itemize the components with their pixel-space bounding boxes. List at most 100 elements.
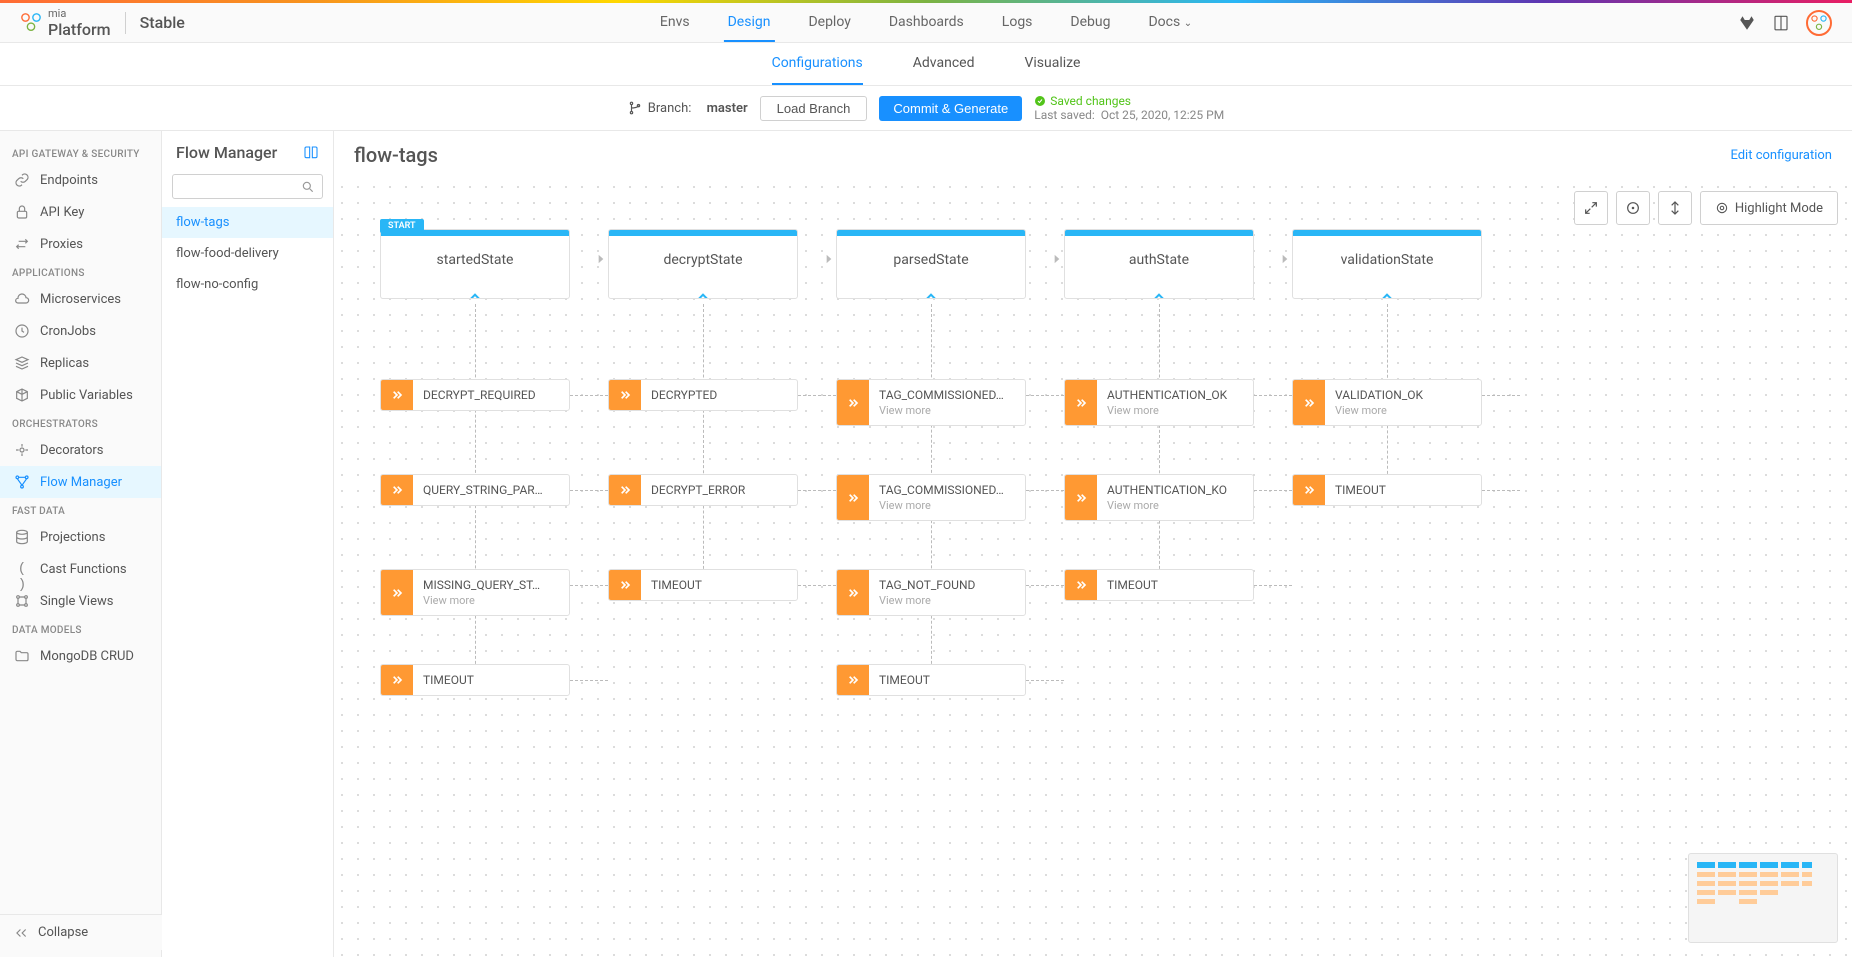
- event-chevron: [837, 665, 869, 695]
- fit-button[interactable]: [1658, 191, 1692, 225]
- view-more[interactable]: View more: [879, 404, 1015, 417]
- sidebar-item-cronjobs[interactable]: CronJobs: [0, 315, 161, 347]
- connector: [1254, 585, 1292, 586]
- event-box[interactable]: AUTHENTICATION_OK View more: [1064, 379, 1254, 426]
- state-box[interactable]: decryptState: [608, 229, 798, 299]
- highlight-mode-button[interactable]: Highlight Mode: [1700, 191, 1838, 225]
- event-chevron: [381, 570, 413, 615]
- event-box[interactable]: TAG_NOT_FOUNDView more: [836, 569, 1026, 616]
- state-box[interactable]: authState: [1064, 229, 1254, 299]
- sidebar-item-replicas[interactable]: Replicas: [0, 347, 161, 379]
- sub-nav: Configurations Advanced Visualize: [0, 43, 1852, 86]
- view-more[interactable]: View more: [1107, 499, 1243, 512]
- state-box[interactable]: validationState: [1292, 229, 1482, 299]
- book-open-icon[interactable]: [303, 145, 319, 161]
- event-box[interactable]: TAG_COMMISSIONED…View more: [836, 379, 1026, 426]
- branch-name: master: [707, 101, 748, 116]
- flow-item-flow-tags[interactable]: flow-tags: [162, 207, 333, 238]
- subnav-visualize[interactable]: Visualize: [1024, 43, 1080, 85]
- event-box[interactable]: TIMEOUT: [608, 569, 798, 601]
- views-icon: [14, 593, 30, 609]
- state-name: startedState: [381, 236, 569, 298]
- chevrons-icon: [845, 395, 861, 411]
- sidebar-item-proxies[interactable]: Proxies: [0, 228, 161, 260]
- event-box[interactable]: MISSING_QUERY_ST… View more: [380, 569, 570, 616]
- chevrons-icon: [617, 387, 633, 403]
- book-icon[interactable]: [1772, 14, 1790, 32]
- connector: [798, 585, 836, 586]
- subnav-advanced[interactable]: Advanced: [913, 43, 975, 85]
- event-box[interactable]: TAG_COMMISSIONED…View more: [836, 474, 1026, 521]
- minimap[interactable]: [1688, 853, 1838, 943]
- connector: [1026, 680, 1064, 681]
- load-branch-button[interactable]: Load Branch: [760, 96, 868, 121]
- nav-dashboards[interactable]: Dashboards: [885, 4, 968, 42]
- view-more[interactable]: View more: [423, 594, 559, 607]
- state-box[interactable]: startedState: [380, 229, 570, 299]
- view-more[interactable]: View more: [879, 594, 1015, 607]
- sidebar-item-flow-manager[interactable]: Flow Manager: [0, 466, 161, 498]
- avatar[interactable]: [1806, 10, 1832, 36]
- diamond-icon: [1151, 290, 1167, 299]
- canvas[interactable]: Highlight Mode START startedState DECRYPT_…: [334, 179, 1852, 957]
- view-more[interactable]: View more: [1107, 404, 1243, 417]
- event-box[interactable]: DECRYPTED: [608, 379, 798, 411]
- sidebar-item-decorators[interactable]: Decorators: [0, 434, 161, 466]
- event-box[interactable]: VALIDATION_OKView more: [1292, 379, 1482, 426]
- collapse-button[interactable]: Collapse: [0, 914, 162, 950]
- diamond-icon: [923, 290, 939, 299]
- sidebar-item-public-vars[interactable]: Public Variables: [0, 379, 161, 411]
- event-box[interactable]: QUERY_STRING_PAR…: [380, 474, 570, 506]
- connector: [570, 680, 608, 681]
- gitlab-icon[interactable]: [1738, 14, 1756, 32]
- sidebar: API GATEWAY & SECURITY Endpoints API Key…: [0, 131, 162, 957]
- event-box[interactable]: TIMEOUT: [380, 664, 570, 696]
- state-name: parsedState: [837, 236, 1025, 298]
- edit-configuration-link[interactable]: Edit configuration: [1730, 148, 1832, 163]
- logo[interactable]: mia Platform: [20, 7, 111, 39]
- sidebar-item-microservices[interactable]: Microservices: [0, 283, 161, 315]
- event-box[interactable]: DECRYPT_ERROR: [608, 474, 798, 506]
- event-chevron: [1293, 380, 1325, 425]
- connector: [570, 490, 608, 491]
- nav-debug[interactable]: Debug: [1066, 4, 1114, 42]
- canvas-area: flow-tags Edit configuration Highlight M…: [334, 131, 1852, 957]
- sidebar-section-gateway: API GATEWAY & SECURITY: [0, 141, 161, 164]
- logo-name: Platform: [48, 20, 111, 39]
- sidebar-item-apikey[interactable]: API Key: [0, 196, 161, 228]
- cloud-icon: [14, 291, 30, 307]
- state-box[interactable]: parsedState: [836, 229, 1026, 299]
- event-box[interactable]: AUTHENTICATION_KO View more: [1064, 474, 1254, 521]
- event-box[interactable]: TIMEOUT: [1292, 474, 1482, 506]
- sidebar-item-mongodb-crud[interactable]: MongoDB CRUD: [0, 640, 161, 672]
- sidebar-item-projections[interactable]: Projections: [0, 521, 161, 553]
- event-box[interactable]: TIMEOUT: [836, 664, 1026, 696]
- event-label: AUTHENTICATION_KO: [1107, 483, 1243, 497]
- event-label: AUTHENTICATION_OK: [1107, 388, 1243, 402]
- nav-envs[interactable]: Envs: [656, 4, 694, 42]
- start-badge: START: [380, 219, 424, 233]
- subnav-configurations[interactable]: Configurations: [772, 43, 863, 85]
- nav-docs[interactable]: Docs ⌄: [1144, 4, 1196, 42]
- flow-item-flow-no-config[interactable]: flow-no-config: [162, 269, 333, 300]
- flow-item-flow-food-delivery[interactable]: flow-food-delivery: [162, 238, 333, 269]
- view-more[interactable]: View more: [1335, 404, 1471, 417]
- event-box[interactable]: TIMEOUT: [1064, 569, 1254, 601]
- connector: [1026, 395, 1064, 396]
- nav-deploy[interactable]: Deploy: [804, 4, 854, 42]
- nav-design[interactable]: Design: [724, 4, 775, 42]
- event-box[interactable]: DECRYPT_REQUIRED: [380, 379, 570, 411]
- sidebar-item-cast-functions[interactable]: ( )Cast Functions: [0, 553, 161, 585]
- expand-button[interactable]: [1574, 191, 1608, 225]
- event-chevron: [837, 475, 869, 520]
- event-label: MISSING_QUERY_ST…: [423, 578, 559, 592]
- commit-generate-button[interactable]: Commit & Generate: [879, 96, 1022, 121]
- view-more[interactable]: View more: [879, 499, 1015, 512]
- flow-panel: Flow Manager flow-tags flow-food-deliver…: [162, 131, 334, 957]
- reset-button[interactable]: [1616, 191, 1650, 225]
- nav-logs[interactable]: Logs: [998, 4, 1037, 42]
- sidebar-item-endpoints[interactable]: Endpoints: [0, 164, 161, 196]
- logo-icon: [20, 12, 42, 34]
- environment-name[interactable]: Stable: [140, 13, 185, 32]
- chevrons-icon: [1301, 482, 1317, 498]
